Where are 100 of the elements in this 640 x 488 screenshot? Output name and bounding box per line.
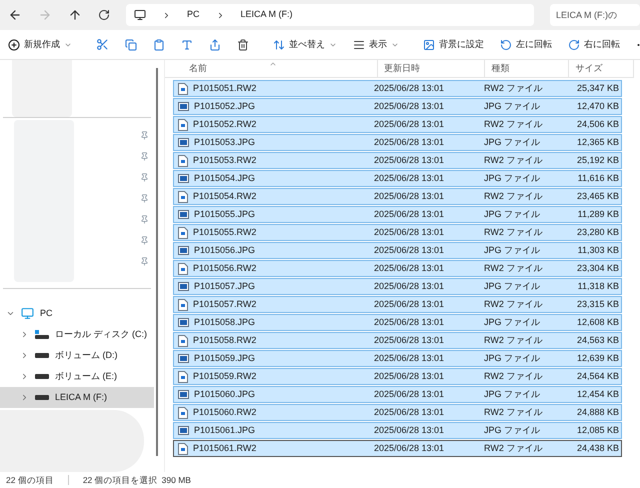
size-cell-text: 12,085 KB: [576, 424, 620, 437]
rotate-right-button[interactable]: 右に回転: [560, 32, 628, 58]
sort-indicator-icon: [269, 60, 277, 68]
rotate-left-button[interactable]: 左に回転: [492, 32, 560, 58]
file-row[interactable]: P1015057.RW2 2025/06/28 13:01 RW2 ファイル 23,315 KB: [173, 296, 622, 313]
file-row[interactable]: P1015058.RW2 2025/06/28 13:01 RW2 ファイル 24,563 KB: [173, 332, 622, 349]
type-cell-text: JPG ファイル: [484, 424, 542, 437]
file-row[interactable]: P1015052.RW2 2025/06/28 13:01 RW2 ファイル 24,506 KB: [173, 116, 622, 133]
file-row[interactable]: P1015061.JPG 2025/06/28 13:01 JPG ファイル 12,085 KB: [173, 422, 622, 439]
chevron-right-icon[interactable]: [20, 393, 29, 402]
file-icon: [178, 442, 188, 454]
file-row[interactable]: P1015057.JPG 2025/06/28 13:01 JPG ファイル 11,318 KB: [173, 278, 622, 295]
file-icon: [178, 118, 188, 130]
share-icon: [209, 38, 221, 50]
new-button[interactable]: 新規作成: [0, 32, 80, 58]
size-cell-text: 23,304 KB: [576, 262, 620, 275]
file-name: P1015056.RW2: [193, 262, 256, 275]
type-cell-text: RW2 ファイル: [484, 262, 544, 275]
list-icon: [353, 38, 365, 50]
date-cell-text: 2025/06/28 13:01: [374, 136, 446, 149]
image-file-icon: [178, 389, 189, 400]
size-cell-text: 24,506 KB: [576, 118, 620, 131]
back-icon[interactable]: [8, 8, 22, 22]
type-cell-text: RW2 ファイル: [484, 334, 544, 347]
file-row[interactable]: P1015051.RW2 2025/06/28 13:01 RW2 ファイル 25,347 KB: [173, 80, 622, 97]
type-cell-text: RW2 ファイル: [484, 406, 544, 419]
picture-icon: [423, 38, 435, 50]
file-row[interactable]: P1015052.JPG 2025/06/28 13:01 JPG ファイル 12,470 KB: [173, 98, 622, 115]
file-row[interactable]: P1015053.RW2 2025/06/28 13:01 RW2 ファイル 25,192 KB: [173, 152, 622, 169]
file-name: P1015052.JPG: [194, 100, 256, 113]
file-row[interactable]: P1015054.JPG 2025/06/28 13:01 JPG ファイル 11,616 KB: [173, 170, 622, 187]
file-row[interactable]: P1015059.RW2 2025/06/28 13:01 RW2 ファイル 24,564 KB: [173, 368, 622, 385]
file-name: P1015056.JPG: [194, 244, 256, 257]
column-header[interactable]: サイズ: [569, 60, 634, 77]
file-row[interactable]: P1015061.RW2 2025/06/28 13:01 RW2 ファイル 24,438 KB: [173, 440, 622, 457]
pin-icon: [140, 131, 149, 140]
date-cell-text: 2025/06/28 13:01: [374, 406, 446, 419]
tree-item[interactable]: LEICA M (F:): [0, 387, 154, 408]
file-name: P1015061.RW2: [193, 442, 256, 455]
file-row[interactable]: P1015055.JPG 2025/06/28 13:01 JPG ファイル 11,289 KB: [173, 206, 622, 223]
selection-count: 22 個の項目を選択: [82, 474, 158, 486]
breadcrumb[interactable]: LEICA M (F:): [240, 8, 293, 22]
chevron-right-icon[interactable]: [20, 372, 29, 381]
tree-item[interactable]: ボリューム (D:): [0, 345, 154, 366]
size-cell-text: 24,888 KB: [576, 406, 620, 419]
image-file-icon: [178, 245, 189, 256]
tree-item[interactable]: ボリューム (E:): [0, 366, 154, 387]
column-header[interactable]: 更新日時: [378, 60, 486, 77]
rename-icon: [181, 38, 193, 50]
breadcrumb[interactable]: PC: [187, 8, 200, 22]
trash-icon: [237, 38, 249, 50]
type-cell-text: RW2 ファイル: [484, 298, 544, 311]
sort-icon: [273, 38, 285, 50]
column-header[interactable]: 種類: [485, 60, 570, 77]
file-row[interactable]: P1015059.JPG 2025/06/28 13:01 JPG ファイル 12,639 KB: [173, 350, 622, 367]
set-background-button[interactable]: 背景に設定: [415, 32, 492, 58]
file-icon: [178, 370, 188, 382]
date-cell-text: 2025/06/28 13:01: [374, 208, 446, 221]
file-icon: [178, 406, 188, 418]
file-row[interactable]: P1015060.RW2 2025/06/28 13:01 RW2 ファイル 24,888 KB: [173, 404, 622, 421]
date-cell-text: 2025/06/28 13:01: [374, 118, 446, 131]
chevron-right-icon[interactable]: [20, 330, 29, 339]
file-row[interactable]: P1015055.RW2 2025/06/28 13:01 RW2 ファイル 23,280 KB: [173, 224, 622, 241]
up-icon[interactable]: [68, 8, 82, 22]
copy-icon: [125, 38, 137, 50]
sort-button[interactable]: 並べ替え: [265, 32, 345, 58]
column-header[interactable]: 名前: [183, 60, 378, 77]
file-row[interactable]: P1015056.JPG 2025/06/28 13:01 JPG ファイル 11,303 KB: [173, 242, 622, 259]
date-cell-text: 2025/06/28 13:01: [374, 442, 446, 455]
view-button[interactable]: 表示: [345, 32, 407, 58]
chevron-right-icon[interactable]: [20, 351, 29, 360]
type-cell-text: JPG ファイル: [484, 244, 542, 257]
size-cell-text: 25,192 KB: [576, 154, 620, 167]
file-row[interactable]: P1015060.JPG 2025/06/28 13:01 JPG ファイル 12,454 KB: [173, 386, 622, 403]
file-row[interactable]: P1015053.JPG 2025/06/28 13:01 JPG ファイル 12,365 KB: [173, 134, 622, 151]
file-name: P1015053.JPG: [194, 136, 256, 149]
search-field[interactable]: LEICA M (F:)の: [550, 4, 640, 26]
date-cell-text: 2025/06/28 13:01: [374, 226, 446, 239]
type-cell-text: JPG ファイル: [484, 172, 542, 185]
date-cell-text: 2025/06/28 13:01: [374, 424, 446, 437]
image-file-icon: [178, 137, 189, 148]
type-cell-text: RW2 ファイル: [484, 190, 544, 203]
refresh-icon[interactable]: [98, 9, 110, 21]
date-cell-text: 2025/06/28 13:01: [374, 370, 446, 383]
size-cell-text: 12,454 KB: [576, 388, 620, 401]
scrollbar[interactable]: [156, 68, 158, 456]
drive-icon: [35, 395, 49, 400]
size-cell-text: 12,639 KB: [576, 352, 620, 365]
file-row[interactable]: P1015056.RW2 2025/06/28 13:01 RW2 ファイル 23,304 KB: [173, 260, 622, 277]
file-row[interactable]: P1015054.RW2 2025/06/28 13:01 RW2 ファイル 23,465 KB: [173, 188, 622, 205]
file-row[interactable]: P1015058.JPG 2025/06/28 13:01 JPG ファイル 12,608 KB: [173, 314, 622, 331]
chevron-down-icon[interactable]: [6, 309, 15, 318]
tree-item[interactable]: PC: [0, 303, 154, 324]
tree-item[interactable]: ローカル ディスク (C:): [0, 324, 154, 345]
date-cell-text: 2025/06/28 13:01: [374, 172, 446, 185]
type-cell-text: JPG ファイル: [484, 208, 542, 221]
file-name: P1015057.JPG: [194, 280, 256, 293]
pin-icon: [140, 215, 149, 224]
pin-icon: [140, 173, 149, 182]
address-bar[interactable]: PC LEICA M (F:): [126, 4, 534, 26]
